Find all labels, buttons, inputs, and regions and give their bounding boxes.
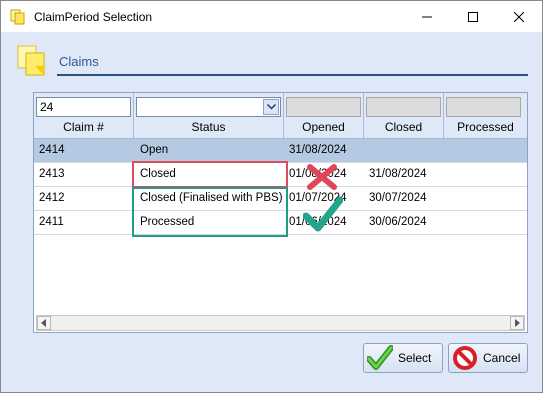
- status-filter-dropdown[interactable]: [136, 97, 281, 117]
- maximize-icon: [468, 11, 478, 22]
- scroll-right-button[interactable]: [510, 316, 524, 330]
- cell-closed: 30/07/2024: [369, 192, 427, 204]
- dropdown-arrow[interactable]: [263, 99, 279, 115]
- column-header-processed: Processed: [457, 120, 514, 134]
- select-button-label: Select: [398, 351, 432, 365]
- claim-number-filter-input[interactable]: [36, 97, 131, 117]
- highlight-box-finalised-processed: [132, 187, 288, 237]
- cell-claim-number: 2413: [39, 168, 65, 180]
- prohibited-icon: [453, 346, 477, 370]
- closed-filter-input: [366, 97, 441, 117]
- cell-claim-number: 2411: [39, 216, 64, 228]
- column-header-claim-number: Claim #: [63, 120, 104, 134]
- horizontal-scrollbar[interactable]: [36, 315, 525, 331]
- column-claim-number: Claim #: [34, 93, 134, 138]
- chevron-down-icon: [266, 104, 276, 110]
- cell-claim-number: 2412: [39, 192, 65, 204]
- highlight-box-closed: [132, 161, 288, 188]
- cell-claim-number: 2414: [39, 144, 65, 156]
- column-header-opened: Opened: [302, 120, 345, 134]
- minimize-button[interactable]: [404, 1, 450, 32]
- green-check-icon: [303, 196, 343, 232]
- column-closed: Closed: [364, 93, 444, 138]
- section-header: Claims: [1, 32, 542, 82]
- cancel-button-label: Cancel: [483, 351, 521, 365]
- column-status: Status: [134, 93, 284, 138]
- cell-closed: 30/06/2024: [369, 216, 427, 228]
- close-button[interactable]: [496, 1, 542, 32]
- arrow-left-icon: [41, 319, 46, 327]
- processed-filter-input: [446, 97, 521, 117]
- maximize-button[interactable]: [450, 1, 496, 32]
- column-header-closed: Closed: [384, 120, 423, 134]
- minimize-icon: [422, 16, 432, 17]
- column-header-status: Status: [191, 120, 226, 134]
- cell-opened: 31/08/2024: [289, 144, 347, 156]
- checkmark-icon: [367, 345, 393, 370]
- arrow-right-icon: [515, 319, 520, 327]
- cancel-button[interactable]: Cancel: [448, 343, 528, 373]
- window-title: ClaimPeriod Selection: [34, 10, 153, 24]
- section-title: Claims: [59, 54, 99, 69]
- opened-filter-input: [286, 97, 361, 117]
- column-processed: Processed: [444, 93, 527, 138]
- app-icon: [10, 9, 25, 25]
- claim-period-dialog: ClaimPeriod Selection Claims Claim #: [0, 0, 543, 393]
- grid-header: Claim # Status Opened Closed Pro: [34, 93, 527, 139]
- claims-icon: [17, 45, 45, 76]
- cell-status: Open: [140, 144, 169, 156]
- select-button[interactable]: Select: [363, 343, 443, 373]
- cell-closed: 31/08/2024: [369, 168, 427, 180]
- table-row[interactable]: 2414 Open 31/08/2024: [34, 139, 527, 163]
- red-x-icon: [307, 164, 337, 190]
- section-divider: [57, 74, 528, 76]
- column-opened: Opened: [284, 93, 364, 138]
- close-icon: [514, 11, 524, 22]
- scroll-left-button[interactable]: [37, 316, 51, 330]
- title-bar: ClaimPeriod Selection: [1, 1, 542, 32]
